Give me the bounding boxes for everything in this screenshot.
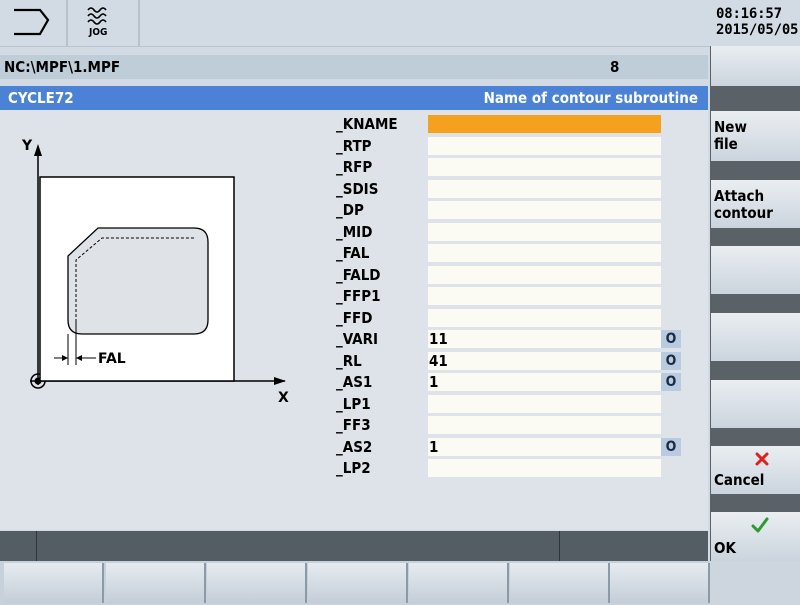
y-axis-arrow (34, 144, 42, 156)
toggle-icon[interactable]: O (661, 352, 681, 370)
softkey-corner (710, 561, 800, 605)
ok-label: OK (714, 539, 736, 557)
new-file-label-1: New (714, 118, 747, 136)
param-label: _AS1 (336, 373, 373, 391)
param-input[interactable]: 1 (428, 438, 661, 456)
contour (67, 227, 209, 335)
dialog-line (0, 531, 708, 561)
horizontal-softkey-2[interactable] (106, 563, 206, 603)
attach-contour-softkey[interactable]: Attach contour (711, 180, 800, 228)
param-label: _KNAME (336, 115, 398, 133)
horizontal-softkey-1[interactable] (4, 563, 104, 603)
param-input[interactable] (428, 416, 661, 434)
vertical-softkey-1[interactable] (711, 46, 800, 86)
param-label: _FAL (336, 244, 370, 262)
param-label: _LP2 (336, 459, 371, 477)
param-input[interactable] (428, 201, 661, 219)
x-axis-arrow (274, 377, 286, 385)
ok-checkmark-icon (751, 517, 769, 533)
x-axis-label: X (278, 390, 289, 406)
cancel-x-icon (755, 452, 769, 466)
param-input[interactable]: 41 (428, 352, 661, 370)
vertical-softkey-5[interactable] (711, 313, 800, 361)
attach-contour-label-1: Attach (714, 187, 765, 205)
cancel-softkey[interactable]: Cancel (711, 446, 800, 494)
param-input[interactable] (428, 158, 661, 176)
horizontal-softkey-7[interactable] (610, 563, 710, 603)
param-label: _AS2 (336, 438, 373, 456)
param-label: _MID (336, 223, 373, 241)
param-input[interactable] (428, 137, 661, 155)
mode-label: JOG (89, 27, 108, 38)
program-end-icon (14, 8, 50, 36)
horizontal-softkey-6[interactable] (510, 563, 610, 603)
param-input[interactable] (428, 309, 661, 327)
program-path: NC:\MPF\1.MPF (4, 58, 121, 76)
param-label: _FALD (336, 266, 381, 284)
date-display: 2015/05/05 (716, 22, 799, 38)
divider (138, 0, 140, 46)
horizontal-softkey-5[interactable] (409, 563, 509, 603)
param-label: _RL (336, 352, 362, 370)
jog-wave-icon (87, 7, 107, 25)
fal-label: FAL (98, 351, 126, 367)
cancel-label: Cancel (714, 471, 765, 489)
block-number: 8 (610, 58, 620, 76)
param-input[interactable]: 11 (428, 330, 661, 348)
param-label: _VARI (336, 330, 379, 348)
program-path-bar: NC:\MPF\1.MPF 8 (0, 55, 708, 79)
cycle-title: CYCLE72 (8, 89, 74, 107)
param-label: _DP (336, 201, 364, 219)
attach-contour-label-2: contour (714, 204, 773, 222)
new-file-softkey[interactable]: New file (711, 111, 800, 161)
new-file-label-2: file (714, 135, 738, 153)
param-input[interactable] (428, 395, 661, 413)
param-input[interactable] (428, 244, 661, 262)
param-label: _FFP1 (336, 287, 381, 305)
param-input[interactable]: 1 (428, 373, 661, 391)
param-input[interactable] (428, 180, 661, 198)
param-label: _FF3 (336, 416, 371, 434)
param-input[interactable] (428, 266, 661, 284)
param-label: _RFP (336, 158, 373, 176)
time-display: 08:16:57 (716, 6, 782, 22)
vertical-softkey-6[interactable] (711, 380, 800, 428)
horizontal-softkey-3[interactable] (207, 563, 307, 603)
param-label: _RTP (336, 137, 372, 155)
param-label: _FFD (336, 309, 373, 327)
mode-indicator: JOG (68, 0, 138, 46)
horizontal-softkey-4[interactable] (308, 563, 408, 603)
contour-help-diagram: Y X FAL (21, 138, 289, 406)
ok-softkey[interactable]: OK (711, 512, 800, 561)
program-control-indicator (0, 0, 66, 46)
param-input[interactable] (428, 459, 661, 477)
param-input[interactable] (428, 287, 661, 305)
vertical-softkey-4[interactable] (711, 246, 800, 294)
param-label: _LP1 (336, 395, 371, 413)
param-input[interactable] (428, 223, 661, 241)
param-input[interactable] (428, 115, 661, 133)
param-label: _SDIS (336, 180, 379, 198)
y-axis-label: Y (21, 138, 33, 154)
toggle-icon[interactable]: O (661, 330, 681, 348)
clock: 08:16:57 2015/05/05 (710, 0, 800, 46)
cycle-header: CYCLE72 Name of contour subroutine (0, 86, 708, 110)
toggle-icon[interactable]: O (661, 438, 681, 456)
toggle-icon[interactable]: O (661, 373, 681, 391)
field-description: Name of contour subroutine (483, 89, 698, 107)
